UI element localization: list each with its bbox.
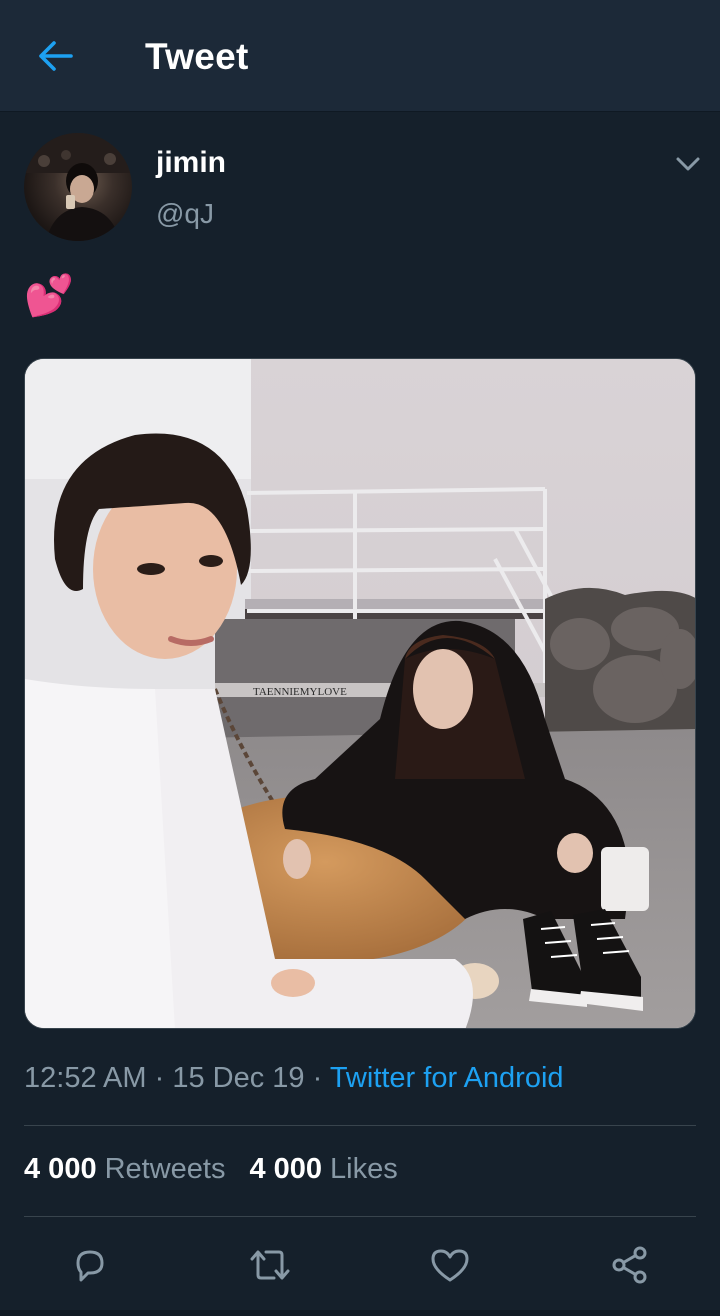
back-button[interactable]: [30, 34, 82, 78]
share-icon: [612, 1246, 647, 1284]
tweet-text: 💕: [24, 274, 74, 318]
tweet-action-bar: [0, 1238, 720, 1298]
tweet-time: 12:52 AM: [24, 1062, 147, 1094]
like-button[interactable]: [422, 1240, 478, 1290]
retweets-count: 4 000: [24, 1153, 97, 1185]
tweet-meta: 12:52 AM · 15 Dec 19 · Twitter for Andro…: [24, 1062, 564, 1095]
bottom-edge: [0, 1310, 720, 1316]
divider: [24, 1125, 696, 1126]
reply-icon: [76, 1250, 104, 1282]
author-handle[interactable]: @qJ: [156, 198, 214, 230]
photo-watermark: TAENNIEMYLOVE: [253, 686, 347, 698]
page-title: Tweet: [145, 36, 249, 77]
like-icon: [431, 1249, 469, 1282]
arrow-left-icon: [39, 41, 73, 71]
avatar[interactable]: [24, 133, 132, 241]
chevron-down-icon: [676, 157, 700, 171]
likes-label: Likes: [330, 1153, 398, 1185]
meta-separator: ·: [312, 1062, 323, 1094]
likes-count: 4 000: [249, 1153, 323, 1185]
reply-button[interactable]: [62, 1240, 118, 1290]
photo-illustration: TAENNIEMYLOVE: [25, 359, 695, 1028]
tweet-menu-button[interactable]: [672, 150, 704, 178]
tweet-stats: 4 000 Retweets 4 000 Likes: [24, 1153, 398, 1186]
author-display-name[interactable]: jimin: [156, 146, 226, 180]
avatar-image: [24, 133, 132, 241]
top-app-bar: Tweet: [0, 0, 720, 112]
likes-stat[interactable]: 4 000 Likes: [249, 1153, 397, 1186]
divider: [24, 1216, 696, 1217]
share-button[interactable]: [602, 1240, 658, 1290]
retweets-stat[interactable]: 4 000 Retweets: [24, 1153, 225, 1186]
retweet-icon: [250, 1250, 290, 1280]
tweet-media-image[interactable]: TAENNIEMYLOVE: [24, 358, 696, 1029]
tweet-source-link[interactable]: Twitter for Android: [330, 1062, 564, 1094]
meta-separator: ·: [154, 1062, 165, 1094]
retweet-button[interactable]: [242, 1240, 298, 1290]
retweets-label: Retweets: [104, 1153, 226, 1185]
tweet-date: 15 Dec 19: [172, 1062, 305, 1094]
